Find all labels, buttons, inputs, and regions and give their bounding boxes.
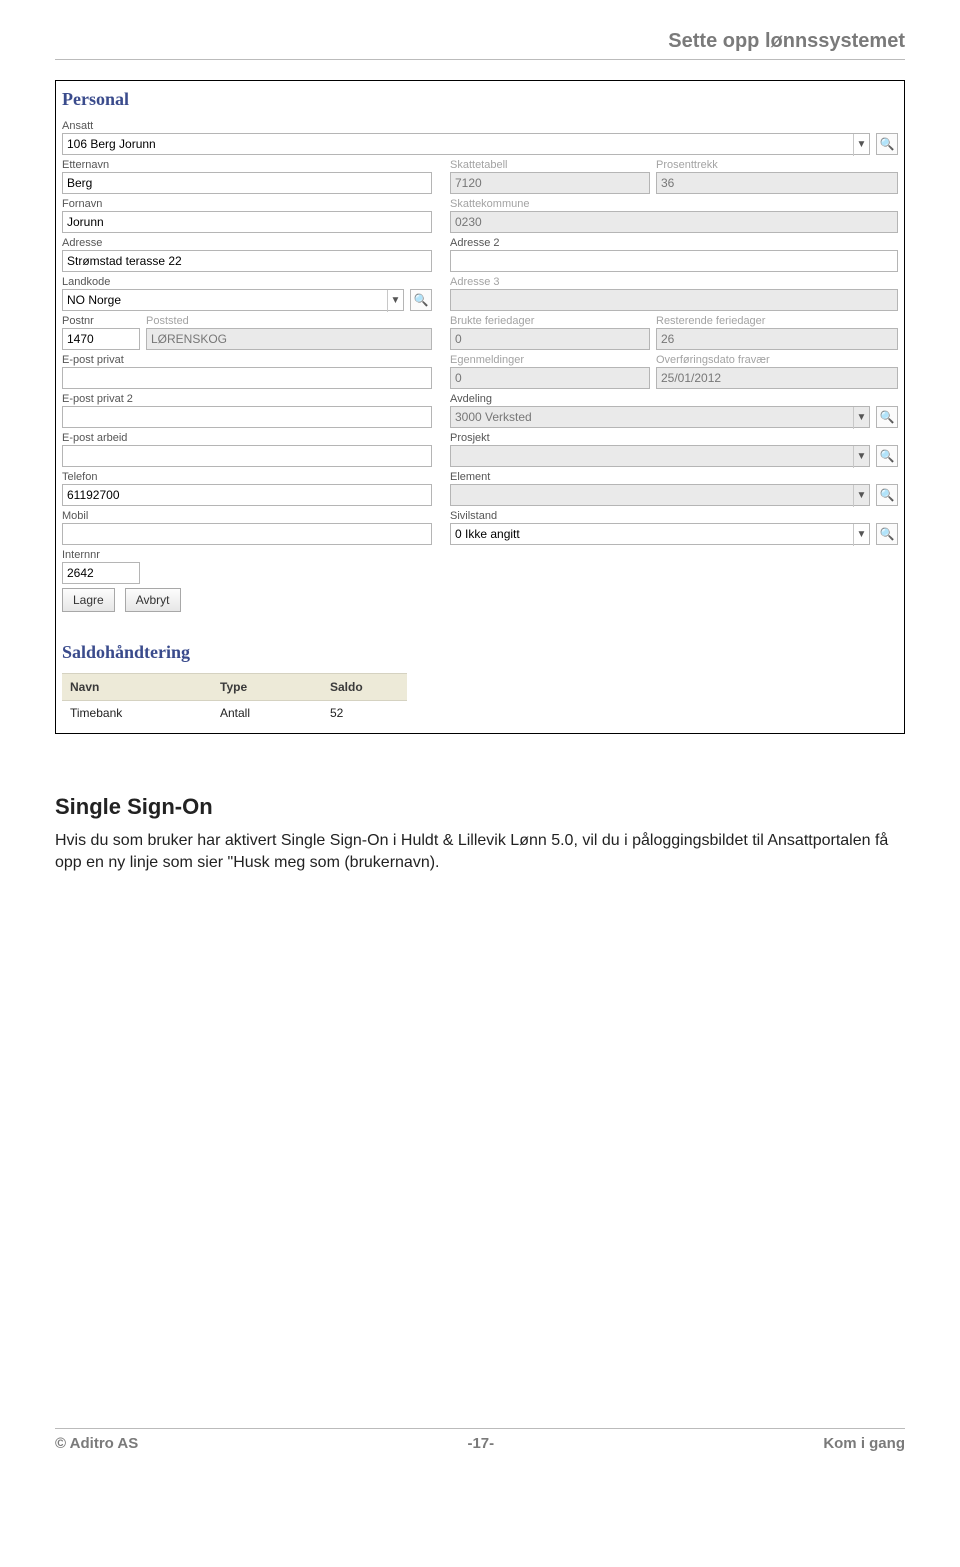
fornavn-field[interactable]: Jorunn	[62, 211, 432, 233]
ansatt-label: Ansatt	[62, 120, 870, 132]
search-icon[interactable]: 🔍	[876, 133, 898, 155]
chevron-down-icon: ▼	[853, 446, 869, 468]
chevron-down-icon: ▼	[853, 485, 869, 507]
th-navn: Navn	[62, 673, 212, 701]
footer-left: © Aditro AS	[55, 1435, 138, 1452]
resterendeferiedager-label: Resterende feriedager	[656, 315, 898, 327]
th-type: Type	[212, 673, 322, 701]
skattekommune-field: 0230	[450, 211, 898, 233]
td-saldo: 52	[322, 701, 407, 725]
avdeling-select[interactable]: 3000 Verksted ▼	[450, 406, 870, 428]
adresse-field[interactable]: Strømstad terasse 22	[62, 250, 432, 272]
chevron-down-icon: ▼	[387, 290, 403, 312]
poststed-field: LØRENSKOG	[146, 328, 432, 350]
landkode-label: Landkode	[62, 276, 404, 288]
adresse2-field[interactable]	[450, 250, 898, 272]
etternavn-label: Etternavn	[62, 159, 432, 171]
element-select[interactable]: ▼	[450, 484, 870, 506]
skattekommune-label: Skattekommune	[450, 198, 898, 210]
search-icon[interactable]: 🔍	[410, 289, 432, 311]
chevron-down-icon: ▼	[853, 134, 869, 156]
sso-paragraph: Hvis du som bruker har aktivert Single S…	[55, 830, 905, 873]
postnr-label: Postnr	[62, 315, 140, 327]
etternavn-field[interactable]: Berg	[62, 172, 432, 194]
ansatt-select[interactable]: 106 Berg Jorunn ▼	[62, 133, 870, 155]
adresse3-field	[450, 289, 898, 311]
search-icon[interactable]: 🔍	[876, 445, 898, 467]
epostprivat2-field[interactable]	[62, 406, 432, 428]
poststed-label: Poststed	[146, 315, 432, 327]
overforingsdato-label: Overføringsdato fravær	[656, 354, 898, 366]
brukteferiedager-field: 0	[450, 328, 650, 350]
td-navn: Timebank	[62, 701, 212, 725]
prosenttrekk-label: Prosenttrekk	[656, 159, 898, 171]
section-saldo-title: Saldohåndtering	[62, 642, 898, 663]
landkode-select[interactable]: NO Norge ▼	[62, 289, 404, 311]
telefon-label: Telefon	[62, 471, 432, 483]
app-screenshot: Personal Ansatt 106 Berg Jorunn ▼ 🔍 Ette…	[55, 80, 905, 734]
skattetabell-field: 7120	[450, 172, 650, 194]
td-type: Antall	[212, 701, 322, 725]
sivilstand-select[interactable]: 0 Ikke angitt ▼	[450, 523, 870, 545]
epostprivat-label: E-post privat	[62, 354, 432, 366]
epostarbeid-label: E-post arbeid	[62, 432, 432, 444]
fornavn-label: Fornavn	[62, 198, 432, 210]
adresse-label: Adresse	[62, 237, 432, 249]
internnr-label: Internnr	[62, 549, 140, 561]
mobil-field[interactable]	[62, 523, 432, 545]
egenmeldinger-field: 0	[450, 367, 650, 389]
mobil-label: Mobil	[62, 510, 432, 522]
brukteferiedager-label: Brukte feriedager	[450, 315, 650, 327]
resterendeferiedager-field: 26	[656, 328, 898, 350]
footer-center: -17-	[467, 1435, 494, 1452]
lagre-button[interactable]: Lagre	[62, 588, 115, 612]
adresse3-label: Adresse 3	[450, 276, 898, 288]
epostprivat2-label: E-post privat 2	[62, 393, 432, 405]
th-saldo: Saldo	[322, 673, 407, 701]
postnr-field[interactable]: 1470	[62, 328, 140, 350]
doc-header-title: Sette opp lønnssystemet	[55, 30, 905, 60]
prosjekt-label: Prosjekt	[450, 432, 870, 444]
adresse2-label: Adresse 2	[450, 237, 898, 249]
search-icon[interactable]: 🔍	[876, 406, 898, 428]
prosjekt-select[interactable]: ▼	[450, 445, 870, 467]
sso-heading: Single Sign-On	[55, 794, 905, 820]
avdeling-label: Avdeling	[450, 393, 870, 405]
ansatt-value: 106 Berg Jorunn	[67, 137, 156, 151]
avbryt-button[interactable]: Avbryt	[125, 588, 181, 612]
epostarbeid-field[interactable]	[62, 445, 432, 467]
skattetabell-label: Skattetabell	[450, 159, 650, 171]
sivilstand-label: Sivilstand	[450, 510, 870, 522]
chevron-down-icon: ▼	[853, 407, 869, 429]
footer-right: Kom i gang	[823, 1435, 905, 1452]
overforingsdato-field: 25/01/2012	[656, 367, 898, 389]
telefon-field[interactable]: 61192700	[62, 484, 432, 506]
saldo-table: Navn Type Saldo Timebank Antall 52	[62, 673, 898, 725]
search-icon[interactable]: 🔍	[876, 484, 898, 506]
internnr-field[interactable]: 2642	[62, 562, 140, 584]
section-personal-title: Personal	[62, 89, 898, 110]
chevron-down-icon: ▼	[853, 524, 869, 546]
element-label: Element	[450, 471, 870, 483]
egenmeldinger-label: Egenmeldinger	[450, 354, 650, 366]
search-icon[interactable]: 🔍	[876, 523, 898, 545]
prosenttrekk-field: 36	[656, 172, 898, 194]
epostprivat-field[interactable]	[62, 367, 432, 389]
